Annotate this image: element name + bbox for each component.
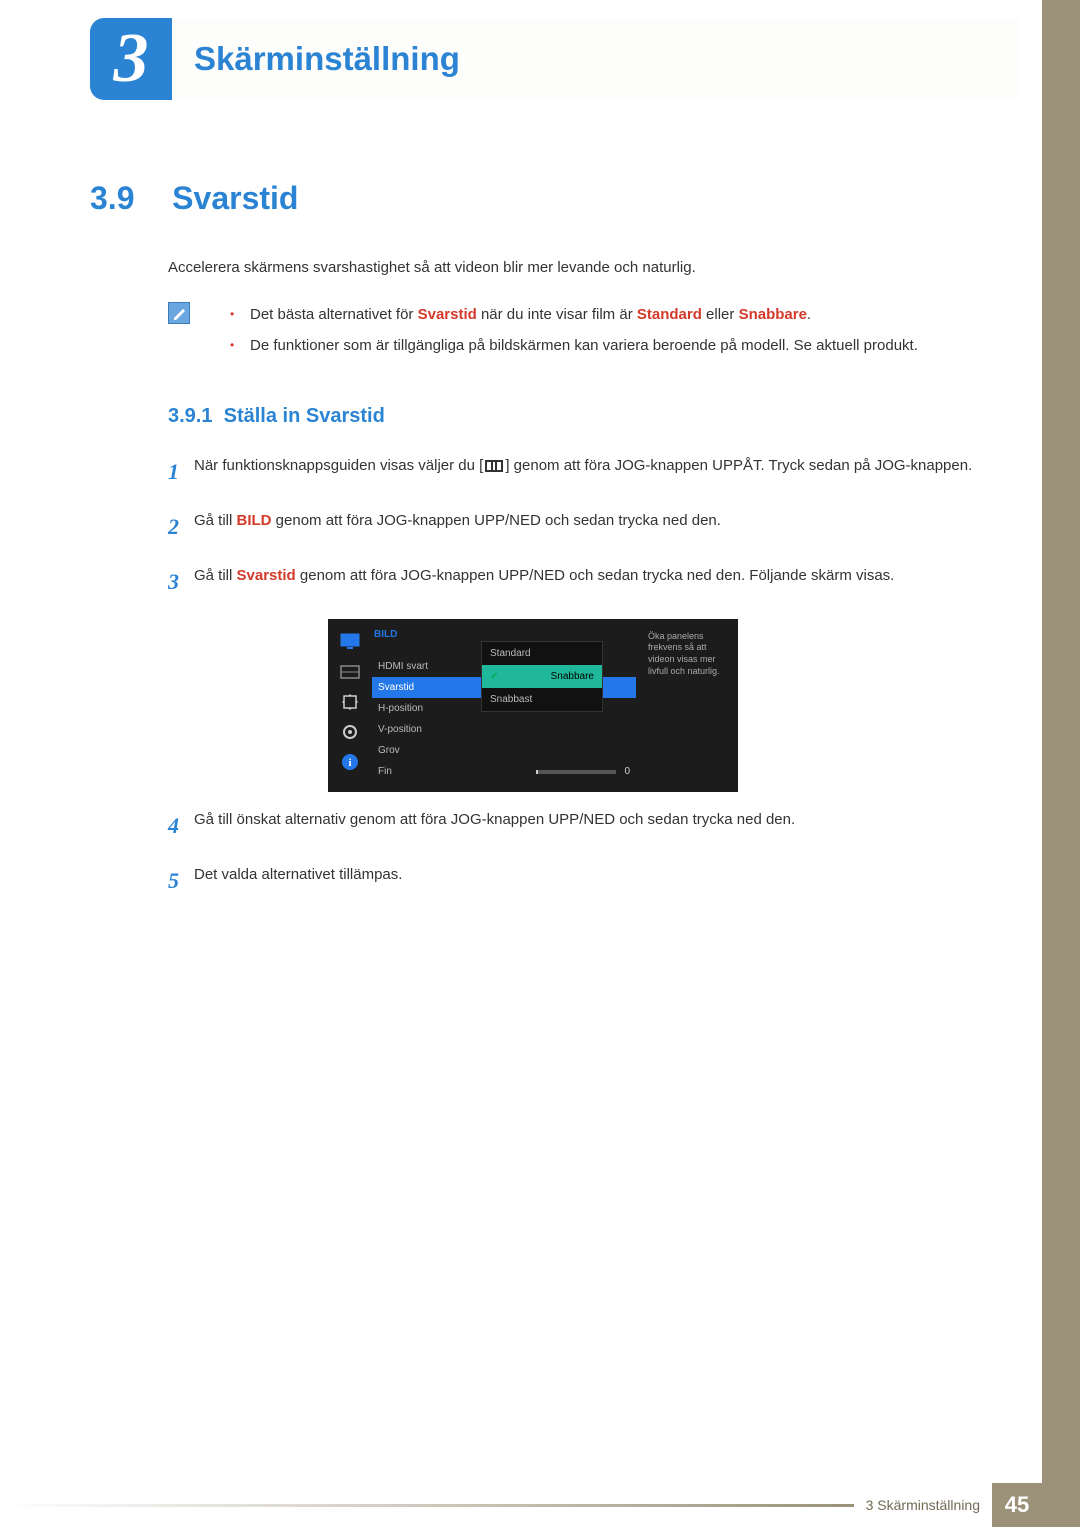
osd-picture-icon xyxy=(340,663,360,681)
osd-item-grov: Grov xyxy=(372,740,636,761)
osd-title: BILD xyxy=(372,629,636,640)
osd-monitor-icon xyxy=(340,633,360,651)
osd-item-vpos: V-position xyxy=(372,719,636,740)
note-item-2: De funktioner som är tillgängliga på bil… xyxy=(230,333,918,359)
step-3: 3 Gå till Svarstid genom att föra JOG-kn… xyxy=(168,563,990,600)
svg-text:i: i xyxy=(348,757,351,769)
chapter-number-tab: 3 xyxy=(90,18,172,100)
subsection-title: 3.9.1 Ställa in Svarstid xyxy=(168,405,990,428)
step-4: 4 Gå till önskat alternativ genom att fö… xyxy=(168,807,990,844)
menu-icon xyxy=(485,460,503,472)
section-intro: Accelerera skärmens svarshastighet så at… xyxy=(168,257,990,280)
step-1: 1 När funktionsknappsguiden visas väljer… xyxy=(168,453,990,490)
section-header: 3.9 Svarstid xyxy=(90,180,990,217)
footer-label: 3 Skärminställning xyxy=(866,1497,980,1513)
footer: 3 Skärminställning 45 xyxy=(0,1483,1042,1527)
check-icon: ✔ xyxy=(490,671,498,682)
osd-description: Öka panelens frekvens så att videon visa… xyxy=(642,625,732,786)
osd-item-fin: Fin 0 xyxy=(372,761,636,782)
pencil-icon xyxy=(168,302,190,324)
note-item-1: Det bästa alternativet för Svarstid när … xyxy=(230,302,918,328)
section-number: 3.9 xyxy=(90,180,168,217)
chapter-header: 3 Skärminställning xyxy=(90,18,1020,100)
step-2: 2 Gå till BILD genom att föra JOG-knappe… xyxy=(168,508,990,545)
note-block: Det bästa alternativet för Svarstid när … xyxy=(168,302,990,365)
osd-option-snabbare: ✔Snabbare xyxy=(482,665,602,688)
osd-popup: Standard ✔Snabbare Snabbast xyxy=(481,641,603,712)
chapter-title: Skärminställning xyxy=(194,40,460,78)
osd-option-standard: Standard xyxy=(482,642,602,665)
osd-gear-icon xyxy=(340,723,360,741)
right-stripe xyxy=(1042,0,1080,1527)
step-5: 5 Det valda alternativet tillämpas. xyxy=(168,862,990,899)
osd-option-snabbast: Snabbast xyxy=(482,688,602,711)
osd-size-icon xyxy=(340,693,360,711)
section-title: Svarstid xyxy=(172,180,298,216)
osd-screenshot: i BILD ▲ HDMI svart Svarstid H-position … xyxy=(328,619,738,792)
osd-info-icon: i xyxy=(340,753,360,771)
footer-page-number: 45 xyxy=(992,1483,1042,1527)
